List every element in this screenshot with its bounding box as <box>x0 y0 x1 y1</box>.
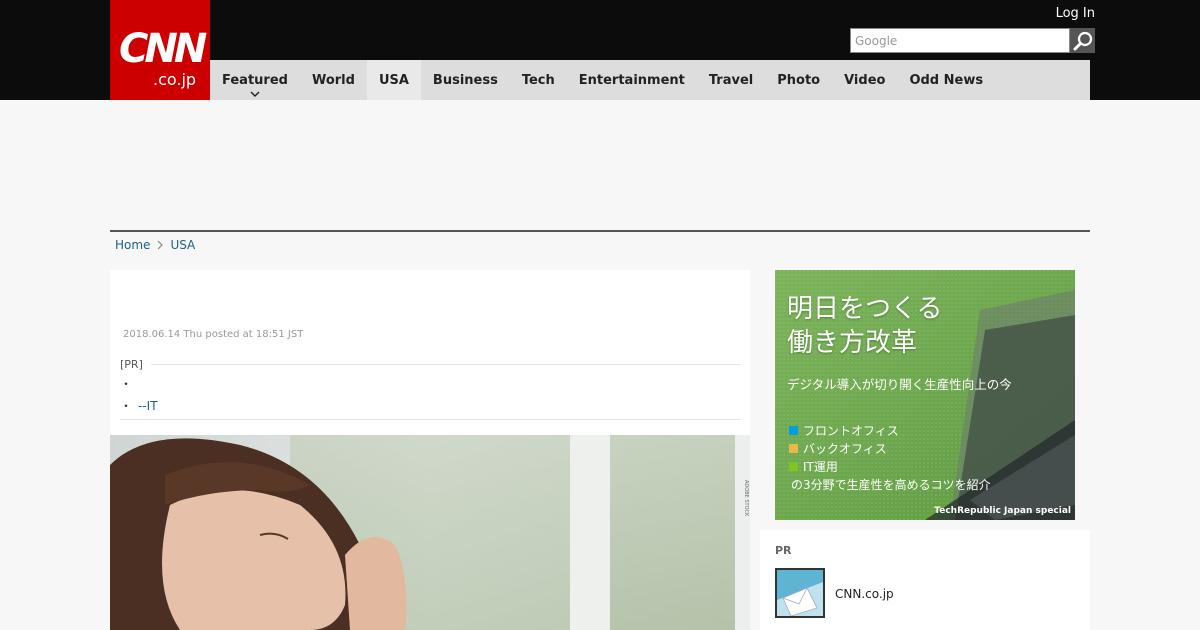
nav-item-business[interactable]: Business <box>421 60 510 100</box>
banner-list-item: バックオフィス <box>789 440 991 458</box>
article-dateline: 2018.06.14 Thu posted at 18:51 JST <box>123 329 304 340</box>
nav-item-label: Featured <box>222 72 288 88</box>
banner-list-item: IT運用 <box>789 458 991 476</box>
banner-footer: TechRepublic Japan special <box>934 506 1071 516</box>
banner-title-line: 働き方改革 <box>787 328 918 358</box>
square-icon <box>789 426 798 435</box>
pr-widget: PR CNN.co.jp <box>760 530 1090 630</box>
svg-text:ADOBE STOCK: ADOBE STOCK <box>743 480 749 517</box>
nav-item-label: Tech <box>521 72 555 88</box>
pr-link-item[interactable]: ・ <box>120 375 740 393</box>
nav-item-odd-news[interactable]: Odd News <box>897 60 995 100</box>
banner-title: 明日をつくる 働き方改革 <box>787 292 942 360</box>
search-button[interactable] <box>1070 28 1095 53</box>
search-input[interactable] <box>850 28 1070 53</box>
breadcrumb-home[interactable]: Home <box>115 238 150 252</box>
pr-widget-thumbnail[interactable] <box>775 568 825 618</box>
pr-widget-link[interactable]: CNN.co.jp <box>835 587 894 601</box>
nav-item-label: Odd News <box>909 72 984 88</box>
nav-item-label: Travel <box>708 72 754 88</box>
chevron-down-icon <box>250 91 260 98</box>
nav-item-world[interactable]: World <box>300 60 367 100</box>
article-card: 2018.06.14 Thu posted at 18:51 JST [PR] … <box>110 270 750 630</box>
banner-title-line: 明日をつくる <box>787 294 943 324</box>
divider <box>120 419 740 420</box>
bullet-icon: ・ <box>120 399 133 413</box>
bullet-icon: ・ <box>120 377 133 391</box>
breadcrumb-current[interactable]: USA <box>170 238 195 252</box>
side-banner-ad[interactable]: 明日をつくる 働き方改革 デジタル導入が切り開く生産性向上の今 フロントオフィス… <box>775 270 1075 520</box>
banner-list-label: IT運用 <box>803 460 838 474</box>
nav-item-label: Business <box>432 72 498 88</box>
pr-label: [PR] <box>120 358 143 371</box>
pr-links: [PR] ・ ・ --IT <box>120 358 740 420</box>
nav-item-label: Photo <box>777 72 821 88</box>
main-nav: Featured World USA Business Tech Enterta… <box>210 60 1090 100</box>
chevron-right-icon <box>158 240 164 250</box>
nav-item-video[interactable]: Video <box>832 60 897 100</box>
banner-list-label: バックオフィス <box>803 442 887 456</box>
banner-closing: の3分野で生産性を高めるコツを紹介 <box>791 478 991 492</box>
logo-main-text: CNN <box>119 26 207 72</box>
nav-item-label: World <box>311 72 355 88</box>
pr-link-item[interactable]: ・ --IT <box>120 397 740 415</box>
banner-list: フロントオフィス バックオフィス IT運用 の3分野で生産性を高めるコツを紹介 <box>789 422 991 494</box>
article-photo: ADOBE STOCK <box>110 435 750 630</box>
square-icon <box>789 462 798 471</box>
banner-list-label: フロントオフィス <box>803 424 899 438</box>
ad-placeholder <box>110 100 1090 230</box>
pr-widget-label: PR <box>775 544 792 557</box>
nav-item-entertainment[interactable]: Entertainment <box>567 60 697 100</box>
banner-list-item: フロントオフィス <box>789 422 991 440</box>
login-link[interactable]: Log In <box>1056 6 1095 21</box>
section-divider <box>110 230 1090 232</box>
search-icon <box>1073 31 1092 50</box>
nav-item-usa[interactable]: USA <box>366 60 421 100</box>
cnn-logo[interactable]: CNN .co.jp <box>110 0 210 100</box>
divider <box>150 364 740 365</box>
banner-subtitle: デジタル導入が切り開く生産性向上の今 <box>787 377 1012 392</box>
nav-item-travel[interactable]: Travel <box>697 60 765 100</box>
nav-item-photo[interactable]: Photo <box>765 60 832 100</box>
pr-link-text: --IT <box>138 399 158 413</box>
square-icon <box>789 444 798 453</box>
breadcrumb: Home USA <box>115 238 195 252</box>
nav-item-featured[interactable]: Featured <box>210 60 300 100</box>
nav-item-label: USA <box>378 72 409 88</box>
logo-sub-text: .co.jp <box>153 70 197 89</box>
nav-item-label: Entertainment <box>578 72 685 88</box>
nav-item-tech[interactable]: Tech <box>510 60 567 100</box>
nav-item-label: Video <box>844 72 886 88</box>
mail-icon <box>777 570 823 616</box>
